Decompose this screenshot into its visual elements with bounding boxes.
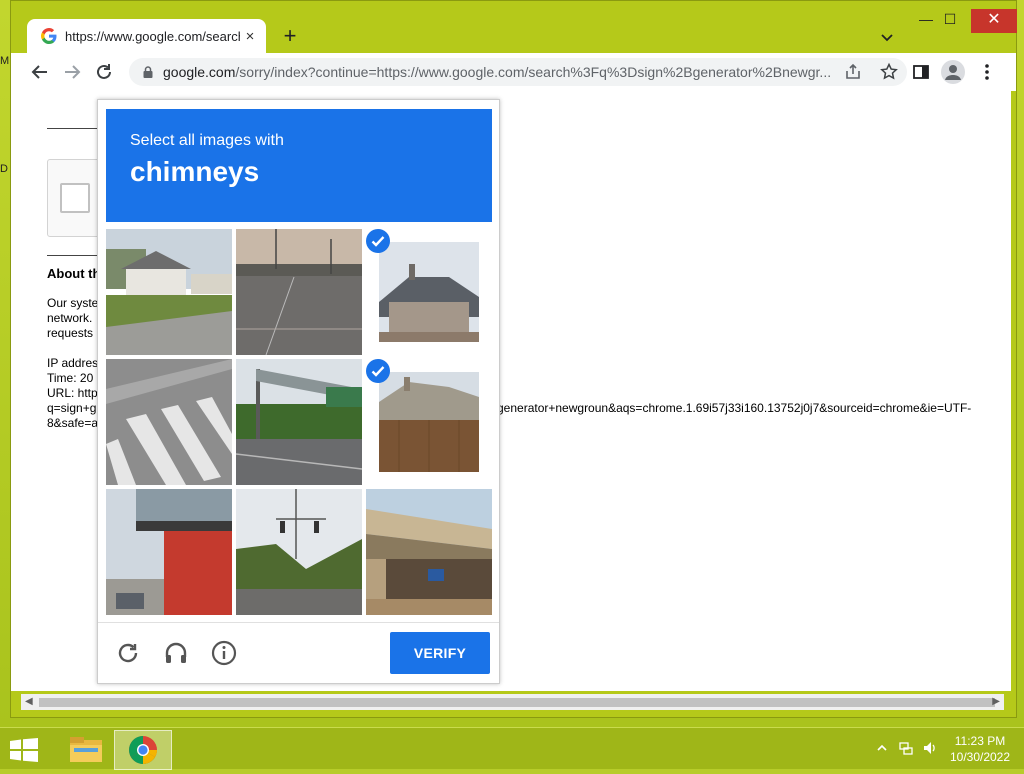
info-ip: IP addres <box>47 356 99 370</box>
red-building-image <box>106 489 232 615</box>
reload-challenge-icon[interactable] <box>115 640 141 666</box>
new-tab-button[interactable]: + <box>279 25 301 47</box>
captcha-image-grid <box>106 229 492 615</box>
highway-sign-image <box>236 359 362 485</box>
road-traffic-image <box>236 229 362 355</box>
captcha-tile-6[interactable] <box>366 359 492 485</box>
house-lawn-image <box>106 229 232 355</box>
info-safe: 8&safe=a <box>47 416 99 430</box>
tile-6-image <box>379 372 479 472</box>
body-line-3: requests <box>47 326 94 340</box>
volume-icon[interactable] <box>922 740 938 756</box>
info-url: URL: http <box>47 386 98 400</box>
recaptcha-checkbox[interactable] <box>60 183 90 213</box>
desktop-edge-letter-d: D <box>0 163 8 175</box>
browser-toolbar: google.com/sorry/index?continue=https://… <box>11 53 1016 91</box>
tab-title: https://www.google.com/search?q <box>65 28 240 44</box>
address-bar[interactable]: google.com/sorry/index?continue=https://… <box>129 58 907 86</box>
crosswalk-image <box>106 359 232 485</box>
more-menu-icon[interactable] <box>977 62 997 82</box>
body-line-1: Our syste <box>47 296 99 310</box>
captcha-challenge: Select all images with chimneys VERIFY <box>97 99 500 684</box>
browser-tab[interactable]: https://www.google.com/search?q × <box>27 19 266 53</box>
title-bar: https://www.google.com/search?q × + — ☐ … <box>11 1 1017 53</box>
clock-time: 11:23 PM <box>954 734 1006 748</box>
captcha-tile-7[interactable] <box>106 489 232 615</box>
person-icon <box>945 65 961 80</box>
taskbar: 11:23 PM 10/30/2022 <box>0 727 1024 770</box>
bridge-image <box>366 489 492 615</box>
side-panel-icon[interactable] <box>911 62 931 82</box>
scrollbar-thumb[interactable] <box>39 698 995 707</box>
scroll-right-arrow-icon[interactable]: ▶ <box>992 696 1000 707</box>
lock-icon[interactable] <box>141 65 155 79</box>
bookmark-star-icon[interactable] <box>879 62 899 82</box>
captcha-footer: VERIFY <box>98 622 499 684</box>
network-icon[interactable] <box>898 740 914 756</box>
close-window-button[interactable]: ✕ <box>971 9 1017 33</box>
captcha-tile-8[interactable] <box>236 489 362 615</box>
show-hidden-icons-icon[interactable] <box>874 740 890 756</box>
reload-icon[interactable] <box>93 61 115 83</box>
selected-check-icon <box>366 229 390 253</box>
captcha-tile-2[interactable] <box>236 229 362 355</box>
info-url-tail: generator+newgroun&aqs=chrome.1.69i57j33… <box>497 401 972 415</box>
captcha-tile-4[interactable] <box>106 359 232 485</box>
folder-icon <box>70 737 102 762</box>
tile-3-image <box>379 242 479 342</box>
horizontal-scrollbar[interactable]: ◀ ▶ <box>21 694 1004 710</box>
system-clock[interactable]: 11:23 PM 10/30/2022 <box>948 733 1012 765</box>
scroll-left-arrow-icon[interactable]: ◀ <box>25 696 33 707</box>
headphones-audio-icon[interactable] <box>163 640 189 666</box>
tab-search-chevron-icon[interactable] <box>877 27 897 47</box>
captcha-target: chimneys <box>130 156 260 187</box>
about-heading: About th <box>47 266 101 281</box>
captcha-header: Select all images with chimneys <box>106 109 492 222</box>
url-path: /sorry/index?continue=https://www.google… <box>235 64 832 80</box>
clock-date: 10/30/2022 <box>949 750 1011 764</box>
info-query: q=sign+g <box>47 401 97 415</box>
verify-button[interactable]: VERIFY <box>390 632 490 674</box>
share-icon[interactable] <box>843 62 863 82</box>
chrome-icon <box>129 736 157 764</box>
url-host: google.com <box>163 64 236 80</box>
captcha-tile-3[interactable] <box>366 229 492 355</box>
maximize-button[interactable]: ☐ <box>935 11 965 28</box>
traffic-light-image <box>236 489 362 615</box>
forward-arrow-icon[interactable] <box>61 61 83 83</box>
captcha-tile-9[interactable] <box>366 489 492 615</box>
desktop-edge-letter-m: M <box>0 55 10 67</box>
captcha-tile-1[interactable] <box>106 229 232 355</box>
profile-avatar[interactable] <box>941 60 965 84</box>
info-time: Time: 20 <box>47 371 94 385</box>
captcha-tile-5[interactable] <box>236 359 362 485</box>
body-line-2: network. <box>47 311 93 325</box>
url-text[interactable]: google.com/sorry/index?continue=https://… <box>163 64 835 80</box>
chrome-taskbar-button[interactable] <box>114 730 172 770</box>
house-chimney-image <box>379 242 479 342</box>
captcha-instruction: Select all images with <box>130 132 284 149</box>
tab-close-button[interactable]: × <box>240 28 260 45</box>
windows-start-icon[interactable] <box>10 738 38 762</box>
google-favicon-icon <box>41 28 57 44</box>
file-explorer-taskbar-button[interactable] <box>58 730 114 768</box>
back-arrow-icon[interactable] <box>29 61 51 83</box>
selected-check-icon <box>366 359 390 383</box>
info-icon[interactable] <box>211 640 237 666</box>
fence-house-image <box>379 372 479 472</box>
